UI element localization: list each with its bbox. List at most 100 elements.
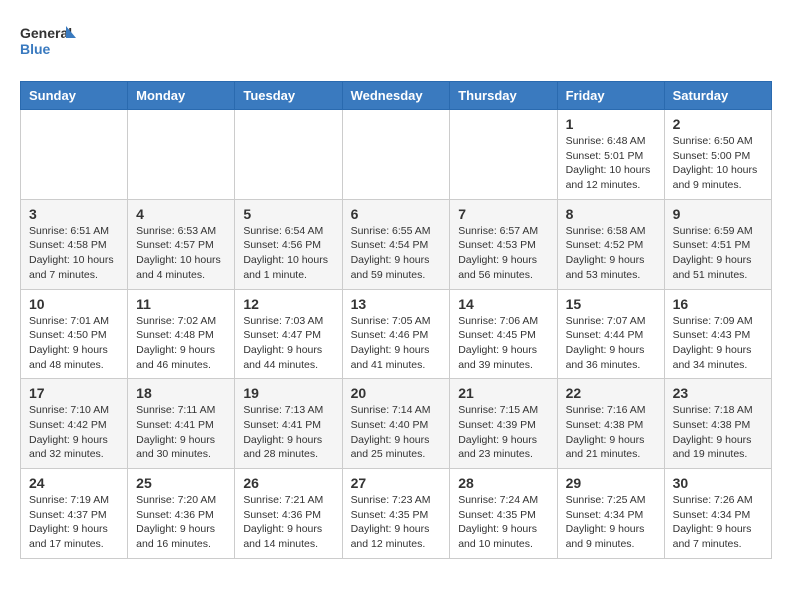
day-info: Sunrise: 6:53 AM Sunset: 4:57 PM Dayligh… [136, 224, 226, 283]
day-cell: 14 Sunrise: 7:06 AM Sunset: 4:45 PM Dayli… [450, 289, 557, 379]
day-info: Sunrise: 7:21 AM Sunset: 4:36 PM Dayligh… [243, 493, 333, 552]
header: GeneralBlue [20, 20, 772, 65]
day-number: 25 [136, 475, 226, 491]
calendar-table: SundayMondayTuesdayWednesdayThursdayFrid… [20, 81, 772, 559]
day-cell: 12 Sunrise: 7:03 AM Sunset: 4:47 PM Dayli… [235, 289, 342, 379]
day-cell [21, 110, 128, 200]
weekday-header-sunday: Sunday [21, 82, 128, 110]
day-info: Sunrise: 7:20 AM Sunset: 4:36 PM Dayligh… [136, 493, 226, 552]
day-cell: 30 Sunrise: 7:26 AM Sunset: 4:34 PM Dayli… [664, 469, 771, 559]
day-cell: 1 Sunrise: 6:48 AM Sunset: 5:01 PM Daylig… [557, 110, 664, 200]
day-info: Sunrise: 7:24 AM Sunset: 4:35 PM Dayligh… [458, 493, 548, 552]
day-info: Sunrise: 6:51 AM Sunset: 4:58 PM Dayligh… [29, 224, 119, 283]
day-number: 16 [673, 296, 763, 312]
day-number: 1 [566, 116, 656, 132]
week-row-1: 1 Sunrise: 6:48 AM Sunset: 5:01 PM Daylig… [21, 110, 772, 200]
day-info: Sunrise: 7:11 AM Sunset: 4:41 PM Dayligh… [136, 403, 226, 462]
day-info: Sunrise: 7:09 AM Sunset: 4:43 PM Dayligh… [673, 314, 763, 373]
day-number: 13 [351, 296, 442, 312]
day-cell: 29 Sunrise: 7:25 AM Sunset: 4:34 PM Dayli… [557, 469, 664, 559]
logo-svg: GeneralBlue [20, 20, 80, 65]
day-cell: 16 Sunrise: 7:09 AM Sunset: 4:43 PM Dayli… [664, 289, 771, 379]
day-number: 15 [566, 296, 656, 312]
day-cell: 5 Sunrise: 6:54 AM Sunset: 4:56 PM Daylig… [235, 199, 342, 289]
day-number: 9 [673, 206, 763, 222]
day-cell: 25 Sunrise: 7:20 AM Sunset: 4:36 PM Dayli… [128, 469, 235, 559]
day-cell: 9 Sunrise: 6:59 AM Sunset: 4:51 PM Daylig… [664, 199, 771, 289]
weekday-header-tuesday: Tuesday [235, 82, 342, 110]
day-cell: 18Sunrise: 7:11 AM Sunset: 4:41 PM Dayli… [128, 379, 235, 469]
day-cell: 26 Sunrise: 7:21 AM Sunset: 4:36 PM Dayli… [235, 469, 342, 559]
day-number: 28 [458, 475, 548, 491]
day-cell: 21 Sunrise: 7:15 AM Sunset: 4:39 PM Dayli… [450, 379, 557, 469]
day-info: Sunrise: 7:16 AM Sunset: 4:38 PM Dayligh… [566, 403, 656, 462]
day-number: 21 [458, 385, 548, 401]
day-info: Sunrise: 7:02 AM Sunset: 4:48 PM Dayligh… [136, 314, 226, 373]
day-cell: 17Sunrise: 7:10 AM Sunset: 4:42 PM Dayli… [21, 379, 128, 469]
day-cell: 6Sunrise: 6:55 AM Sunset: 4:54 PM Daylig… [342, 199, 450, 289]
day-number: 26 [243, 475, 333, 491]
day-cell: 28 Sunrise: 7:24 AM Sunset: 4:35 PM Dayli… [450, 469, 557, 559]
day-cell: 20Sunrise: 7:14 AM Sunset: 4:40 PM Dayli… [342, 379, 450, 469]
day-cell: 19 Sunrise: 7:13 AM Sunset: 4:41 PM Dayli… [235, 379, 342, 469]
weekday-header-monday: Monday [128, 82, 235, 110]
day-cell: 4 Sunrise: 6:53 AM Sunset: 4:57 PM Daylig… [128, 199, 235, 289]
day-number: 10 [29, 296, 119, 312]
day-cell: 15 Sunrise: 7:07 AM Sunset: 4:44 PM Dayli… [557, 289, 664, 379]
svg-text:General: General [20, 25, 72, 41]
day-info: Sunrise: 6:50 AM Sunset: 5:00 PM Dayligh… [673, 134, 763, 193]
day-number: 5 [243, 206, 333, 222]
week-row-4: 17Sunrise: 7:10 AM Sunset: 4:42 PM Dayli… [21, 379, 772, 469]
weekday-header-row: SundayMondayTuesdayWednesdayThursdayFrid… [21, 82, 772, 110]
day-cell: 11 Sunrise: 7:02 AM Sunset: 4:48 PM Dayli… [128, 289, 235, 379]
day-number: 20 [351, 385, 442, 401]
day-cell: 3 Sunrise: 6:51 AM Sunset: 4:58 PM Daylig… [21, 199, 128, 289]
day-info: Sunrise: 6:57 AM Sunset: 4:53 PM Dayligh… [458, 224, 548, 283]
day-info: Sunrise: 7:03 AM Sunset: 4:47 PM Dayligh… [243, 314, 333, 373]
svg-text:Blue: Blue [20, 41, 51, 57]
day-info: Sunrise: 7:06 AM Sunset: 4:45 PM Dayligh… [458, 314, 548, 373]
day-info: Sunrise: 7:13 AM Sunset: 4:41 PM Dayligh… [243, 403, 333, 462]
weekday-header-friday: Friday [557, 82, 664, 110]
day-cell: 13 Sunrise: 7:05 AM Sunset: 4:46 PM Dayli… [342, 289, 450, 379]
week-row-2: 3 Sunrise: 6:51 AM Sunset: 4:58 PM Daylig… [21, 199, 772, 289]
day-cell: 10 Sunrise: 7:01 AM Sunset: 4:50 PM Dayli… [21, 289, 128, 379]
day-info: Sunrise: 6:55 AM Sunset: 4:54 PM Dayligh… [351, 224, 442, 283]
day-info: Sunrise: 7:23 AM Sunset: 4:35 PM Dayligh… [351, 493, 442, 552]
day-info: Sunrise: 6:48 AM Sunset: 5:01 PM Dayligh… [566, 134, 656, 193]
logo: GeneralBlue [20, 20, 80, 65]
day-number: 29 [566, 475, 656, 491]
day-info: Sunrise: 7:10 AM Sunset: 4:42 PM Dayligh… [29, 403, 119, 462]
day-number: 30 [673, 475, 763, 491]
day-number: 12 [243, 296, 333, 312]
weekday-header-thursday: Thursday [450, 82, 557, 110]
day-info: Sunrise: 6:59 AM Sunset: 4:51 PM Dayligh… [673, 224, 763, 283]
day-number: 4 [136, 206, 226, 222]
day-number: 11 [136, 296, 226, 312]
day-info: Sunrise: 7:15 AM Sunset: 4:39 PM Dayligh… [458, 403, 548, 462]
day-number: 19 [243, 385, 333, 401]
day-number: 24 [29, 475, 119, 491]
day-cell: 8Sunrise: 6:58 AM Sunset: 4:52 PM Daylig… [557, 199, 664, 289]
day-info: Sunrise: 6:54 AM Sunset: 4:56 PM Dayligh… [243, 224, 333, 283]
day-number: 7 [458, 206, 548, 222]
day-number: 3 [29, 206, 119, 222]
day-info: Sunrise: 7:01 AM Sunset: 4:50 PM Dayligh… [29, 314, 119, 373]
day-cell: 27 Sunrise: 7:23 AM Sunset: 4:35 PM Dayli… [342, 469, 450, 559]
day-number: 8 [566, 206, 656, 222]
day-info: Sunrise: 7:26 AM Sunset: 4:34 PM Dayligh… [673, 493, 763, 552]
day-cell: 7 Sunrise: 6:57 AM Sunset: 4:53 PM Daylig… [450, 199, 557, 289]
day-info: Sunrise: 7:19 AM Sunset: 4:37 PM Dayligh… [29, 493, 119, 552]
day-number: 14 [458, 296, 548, 312]
day-cell [128, 110, 235, 200]
day-cell: 23Sunrise: 7:18 AM Sunset: 4:38 PM Dayli… [664, 379, 771, 469]
day-info: Sunrise: 7:05 AM Sunset: 4:46 PM Dayligh… [351, 314, 442, 373]
day-number: 22 [566, 385, 656, 401]
day-number: 27 [351, 475, 442, 491]
day-cell: 22 Sunrise: 7:16 AM Sunset: 4:38 PM Dayli… [557, 379, 664, 469]
day-number: 2 [673, 116, 763, 132]
weekday-header-saturday: Saturday [664, 82, 771, 110]
day-cell [342, 110, 450, 200]
day-info: Sunrise: 7:25 AM Sunset: 4:34 PM Dayligh… [566, 493, 656, 552]
day-info: Sunrise: 7:07 AM Sunset: 4:44 PM Dayligh… [566, 314, 656, 373]
